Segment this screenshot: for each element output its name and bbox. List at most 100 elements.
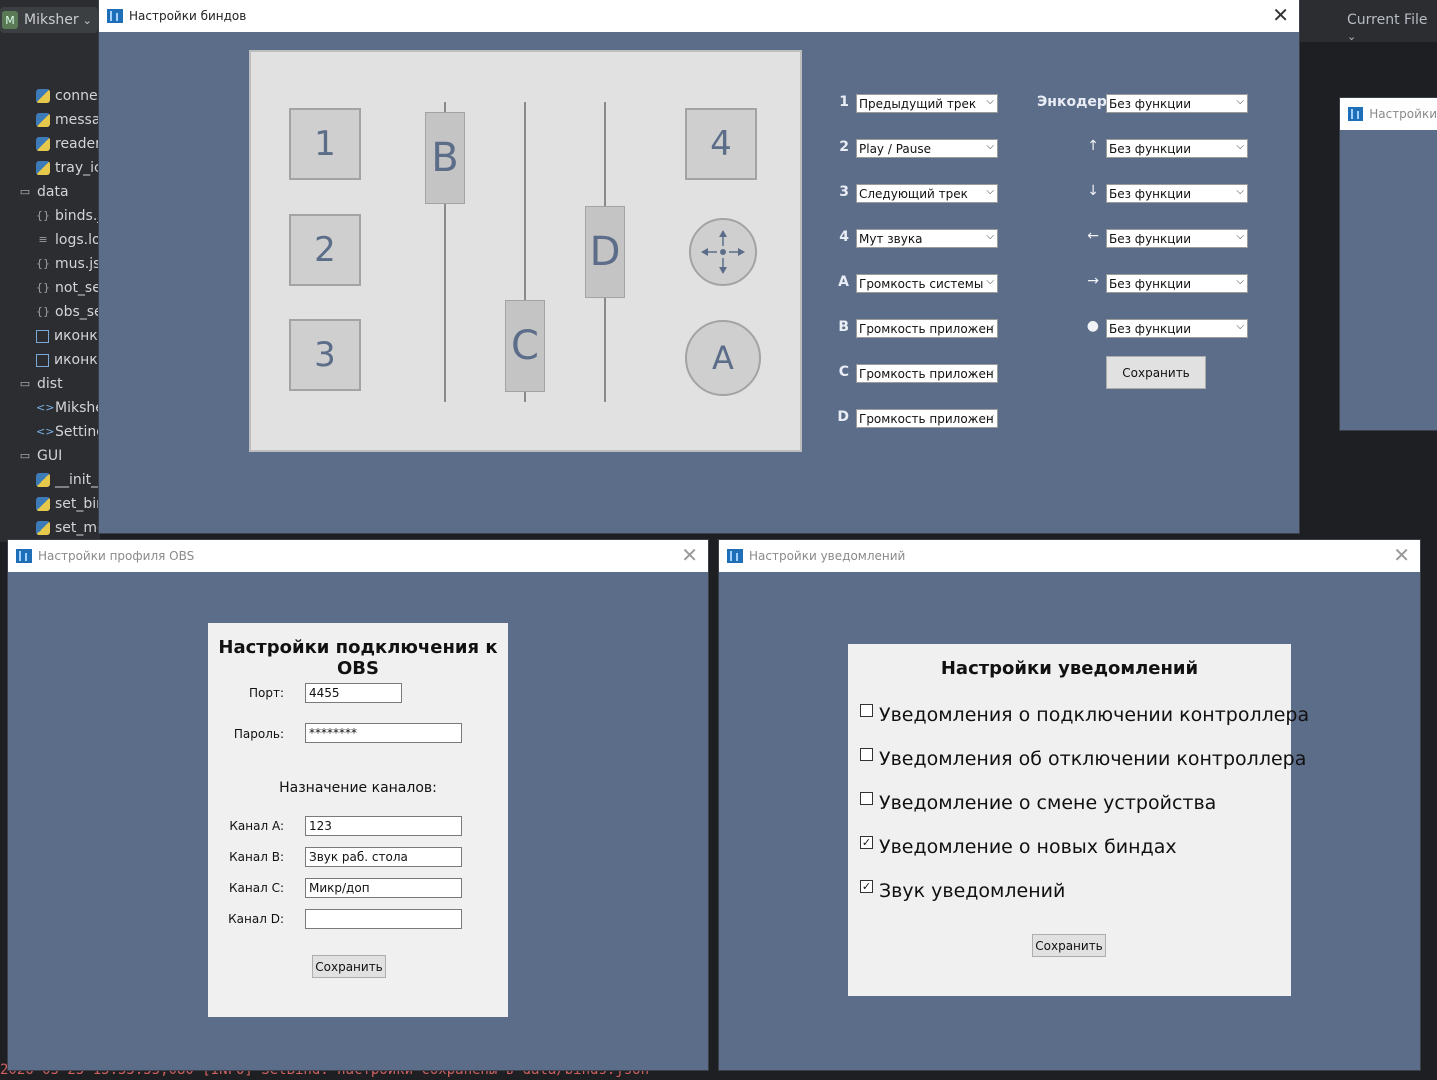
checkbox-checked-icon[interactable]: ✓ — [860, 879, 873, 893]
bind-select-value: Громкость приложен — [859, 411, 994, 426]
close-icon[interactable]: ✕ — [1272, 4, 1289, 26]
python-file-icon — [36, 137, 50, 151]
bind-select[interactable]: Громкость приложен ⌵ — [856, 319, 998, 338]
controller-button-4: 4 — [685, 108, 757, 180]
project-initial: M — [2, 11, 18, 29]
channel-label: Канал A: — [229, 819, 284, 833]
notification-label: Звук уведомлений — [879, 880, 1066, 902]
chevron-down-icon: ⌵ — [986, 276, 994, 287]
encoder-select[interactable]: Без функции ⌵ — [1106, 319, 1248, 338]
notification-checkbox[interactable]: Уведомление о смене устройства — [860, 791, 1217, 814]
channel-input[interactable]: Микр/доп — [305, 878, 462, 898]
bind-select[interactable]: Предыдущий трек ⌵ — [856, 94, 998, 113]
channel-input[interactable]: 123 — [305, 816, 462, 836]
password-input[interactable]: ******** — [305, 723, 462, 743]
bind-row-label: B — [838, 319, 849, 335]
notification-checkbox[interactable]: Уведомления о подключении контроллера — [860, 703, 1310, 726]
checkbox-unchecked-icon[interactable] — [860, 703, 873, 717]
chevron-down-icon: ⌵ — [1236, 186, 1244, 197]
notification-checkbox[interactable]: ✓ Звук уведомлений — [860, 879, 1066, 902]
save-button[interactable]: Сохранить — [1106, 356, 1206, 389]
encoder-select[interactable]: Без функции ⌵ — [1106, 274, 1248, 293]
html-file-icon: <> — [36, 425, 55, 438]
encoder-select[interactable]: Без функции ⌵ — [1106, 229, 1248, 248]
encoder-direction-label: ← — [1087, 228, 1099, 244]
binds-titlebar: Настройки биндов ✕ — [99, 0, 1299, 32]
encoder-select-value: Без функции — [1109, 96, 1192, 111]
encoder-direction-label: ● — [1086, 318, 1099, 334]
window-title: Настройки — [1369, 107, 1437, 121]
bind-select-value: Громкость системы — [859, 276, 984, 291]
settings-window: Настройки — [1340, 98, 1437, 430]
channel-label: Канал B: — [229, 850, 284, 864]
channel-label: Канал D: — [228, 912, 284, 926]
bind-select[interactable]: Громкость приложен ⌵ — [856, 364, 998, 383]
password-label: Пароль: — [233, 727, 284, 741]
obs-heading: Настройки подключения к OBS — [218, 637, 498, 679]
slider-knob-d: D — [585, 206, 625, 298]
chevron-down-icon: ⌵ — [1236, 231, 1244, 242]
port-label: Порт: — [248, 686, 284, 700]
tree-item-label: set_bin — [55, 496, 106, 512]
project-switcher[interactable]: M Miksher ⌄ — [0, 7, 98, 33]
encoder-select[interactable]: Без функции ⌵ — [1106, 94, 1248, 113]
controller-button-1: 1 — [289, 108, 361, 180]
python-file-icon — [36, 521, 50, 535]
port-input[interactable]: 4455 — [305, 683, 402, 703]
obs-titlebar: Настройки профиля OBS ✕ — [8, 540, 708, 572]
channel-input[interactable]: Звук раб. стола — [305, 847, 462, 867]
python-file-icon — [36, 161, 50, 175]
bind-select-value: Мут звука — [859, 231, 923, 246]
save-button[interactable]: Сохранить — [312, 955, 386, 978]
bind-row-label: A — [838, 274, 849, 290]
app-icon — [107, 9, 123, 23]
chevron-down-icon: ⌵ — [986, 231, 994, 242]
encoder-select[interactable]: Без функции ⌵ — [1106, 184, 1248, 203]
bind-select[interactable]: Мут звука ⌵ — [856, 229, 998, 248]
image-file-icon — [36, 353, 49, 367]
checkbox-checked-icon[interactable]: ✓ — [860, 835, 873, 849]
bind-select[interactable]: Следующий трек ⌵ — [856, 184, 998, 203]
bind-row-label: 4 — [839, 229, 849, 245]
encoder-knob-a: A — [685, 320, 761, 396]
slider-knob-c: C — [505, 300, 545, 392]
bind-row-label: C — [838, 364, 849, 380]
tree-item-label: GUI — [37, 448, 63, 464]
json-file-icon: {} — [36, 305, 50, 318]
bind-select-value: Громкость приложен — [859, 366, 994, 381]
notification-label: Уведомления о подключении контроллера — [879, 704, 1310, 726]
bind-select-value: Предыдущий трек — [859, 96, 977, 111]
bind-row-label: 3 — [839, 184, 849, 200]
channel-input[interactable] — [305, 909, 462, 929]
checkbox-unchecked-icon[interactable] — [860, 747, 873, 761]
bind-select[interactable]: Громкость системы ⌵ — [856, 274, 998, 293]
chevron-down-icon: ⌵ — [1236, 96, 1244, 107]
chevron-down-icon: ⌵ — [986, 366, 994, 377]
obs-window: Настройки профиля OBS ✕ Настройки подклю… — [8, 540, 708, 1070]
python-file-icon — [36, 89, 50, 103]
close-icon[interactable]: ✕ — [1393, 544, 1410, 566]
chevron-down-icon: ⌵ — [986, 141, 994, 152]
binds-window: Настройки биндов ✕ 1 2 3 4 B C D A 1 Пред… — [99, 0, 1299, 533]
chevron-down-icon: ⌵ — [986, 321, 994, 332]
notifications-panel: Настройки уведомлений Уведомления о подк… — [848, 644, 1309, 996]
notification-label: Уведомление о смене устройства — [879, 792, 1217, 814]
notification-checkbox[interactable]: Уведомления об отключении контроллера — [860, 747, 1306, 770]
checkbox-unchecked-icon[interactable] — [860, 791, 873, 805]
bind-select-value: Громкость приложен — [859, 321, 994, 336]
bind-select[interactable]: Громкость приложен ⌵ — [856, 409, 998, 428]
notifications-titlebar: Настройки уведомлений ✕ — [719, 540, 1420, 572]
run-config-selector[interactable]: Current File ⌄ — [1347, 12, 1437, 44]
close-icon[interactable]: ✕ — [681, 544, 698, 566]
tree-item-label: __init__ — [55, 472, 106, 488]
json-file-icon: {} — [36, 281, 50, 294]
tree-item-label: reader. — [55, 136, 105, 152]
encoder-select[interactable]: Без функции ⌵ — [1106, 139, 1248, 158]
app-icon — [16, 549, 32, 563]
bind-select[interactable]: Play / Pause ⌵ — [856, 139, 998, 158]
tree-item-label: dist — [37, 376, 63, 392]
encoder-select-value: Без функции — [1109, 276, 1192, 291]
image-file-icon — [36, 329, 49, 343]
notification-checkbox[interactable]: ✓ Уведомление о новых биндах — [860, 835, 1177, 858]
save-button[interactable]: Сохранить — [1032, 934, 1106, 957]
